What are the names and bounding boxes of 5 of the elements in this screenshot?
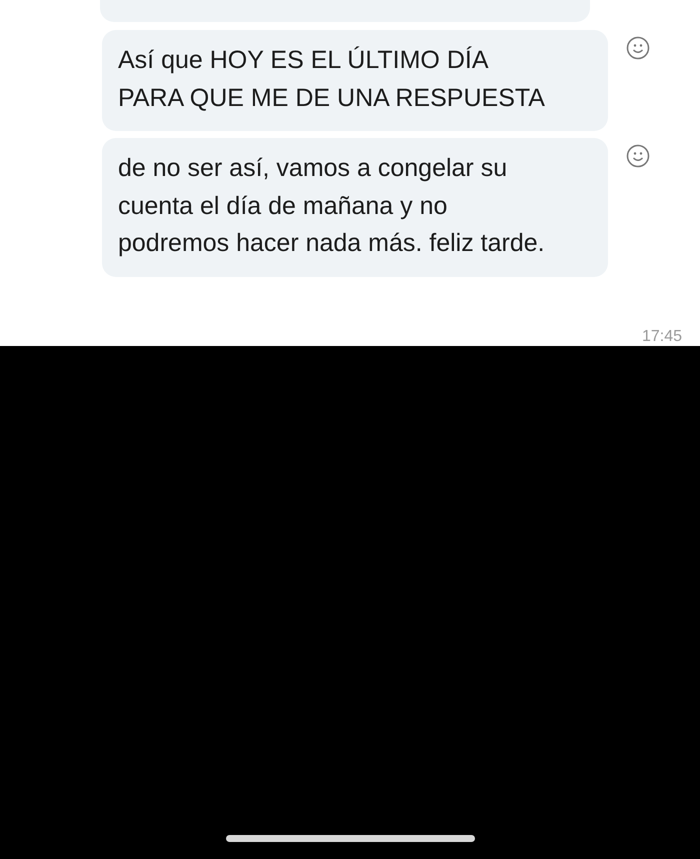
message-bubble: de no ser así, vamos a congelar su cuenta el día de mañana y no podremos hacer nada más. feliz tarde. bbox=[102, 138, 608, 276]
message-time: 17:45 bbox=[642, 328, 682, 346]
smiley-icon[interactable] bbox=[626, 144, 650, 168]
smiley-icon[interactable] bbox=[626, 36, 650, 60]
message-bubble: Así que HOY ES EL ÚLTIMO DÍA PARA QUE ME DE UNA RESPUESTA bbox=[102, 30, 608, 131]
